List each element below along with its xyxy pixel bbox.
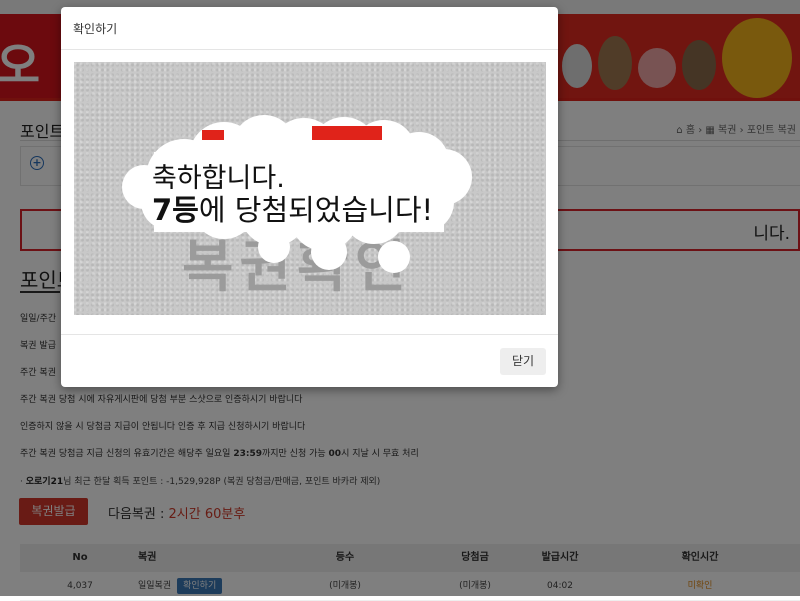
- close-button[interactable]: 닫기: [500, 348, 546, 375]
- logo-fragment: [202, 126, 382, 140]
- prize-rank: 7등: [152, 193, 199, 227]
- scratch-card[interactable]: 복권확인 축하합니다. 7등에 당첨되었습니다!: [74, 62, 546, 315]
- prize-message: 7등에 당첨되었습니다!: [152, 193, 434, 227]
- modal-title: 확인하기: [73, 22, 118, 36]
- result-modal: 확인하기 복권확인 축하합니다. 7등에 당첨되었습니다! 닫기: [61, 7, 558, 387]
- modal-footer: 닫기: [61, 334, 558, 388]
- modal-header: 확인하기: [61, 7, 558, 50]
